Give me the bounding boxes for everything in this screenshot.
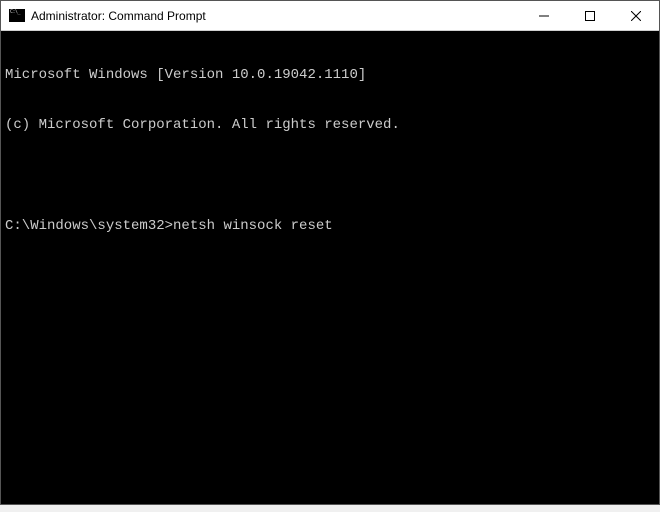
window-controls: [521, 1, 659, 30]
close-icon: [631, 11, 641, 21]
terminal-output-line: (c) Microsoft Corporation. All rights re…: [5, 117, 655, 134]
command-prompt-window: Administrator: Command Prompt Microsoft: [0, 0, 660, 505]
terminal-prompt-line: C:\Windows\system32>netsh winsock reset: [5, 218, 655, 235]
titlebar: Administrator: Command Prompt: [1, 1, 659, 31]
terminal-blank-line: [5, 167, 655, 184]
terminal-prompt: C:\Windows\system32>: [5, 218, 173, 235]
window-title: Administrator: Command Prompt: [31, 9, 521, 23]
cmd-icon: [9, 9, 25, 22]
terminal-command: netsh winsock reset: [173, 218, 333, 235]
close-button[interactable]: [613, 1, 659, 30]
maximize-icon: [585, 11, 595, 21]
maximize-button[interactable]: [567, 1, 613, 30]
terminal-area[interactable]: Microsoft Windows [Version 10.0.19042.11…: [1, 31, 659, 504]
minimize-button[interactable]: [521, 1, 567, 30]
terminal-output-line: Microsoft Windows [Version 10.0.19042.11…: [5, 67, 655, 84]
minimize-icon: [539, 11, 549, 21]
